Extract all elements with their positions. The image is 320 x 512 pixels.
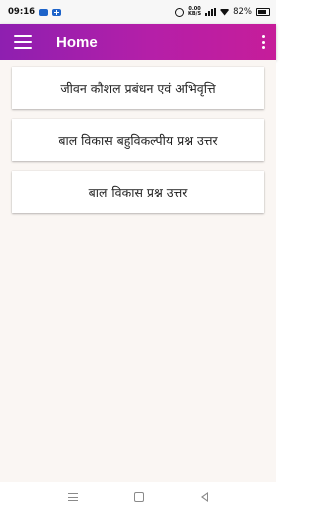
recents-icon[interactable] xyxy=(68,493,79,501)
list-item[interactable]: बाल विकास प्रश्न उत्तर xyxy=(12,171,264,213)
app-screen: 09:16 0.00 KB/S 82% Home जीवन कौशल प्रबं… xyxy=(0,0,276,512)
list-item-label: बाल विकास प्रश्न उत्तर xyxy=(88,184,188,200)
page-title: Home xyxy=(56,33,98,51)
home-icon[interactable] xyxy=(134,492,145,502)
network-speed: 0.00 KB/S xyxy=(188,7,201,17)
system-nav-bar xyxy=(0,482,276,512)
list-item[interactable]: जीवन कौशल प्रबंधन एवं अभिवृत्ति xyxy=(12,67,264,109)
status-bar-right: 0.00 KB/S 82% xyxy=(174,7,270,17)
alarm-icon xyxy=(174,7,184,17)
plus-icon xyxy=(52,8,62,16)
more-vertical-icon[interactable] xyxy=(258,34,268,50)
wifi-icon xyxy=(220,8,230,16)
battery-icon xyxy=(256,8,270,16)
app-bar: Home xyxy=(0,24,276,60)
cloud-icon xyxy=(39,8,49,16)
list-item-label: बाल विकास बहुविकल्पीय प्रश्न उत्तर xyxy=(58,132,218,148)
status-bar-left: 09:16 xyxy=(8,7,62,17)
list-item-label: जीवन कौशल प्रबंधन एवं अभिवृत्ति xyxy=(60,80,216,96)
list-item[interactable]: बाल विकास बहुविकल्पीय प्रश्न उत्तर xyxy=(12,119,264,161)
network-speed-unit: KB/S xyxy=(187,11,202,17)
signal-icon xyxy=(205,8,217,16)
back-icon[interactable] xyxy=(200,492,208,502)
status-bar: 09:16 0.00 KB/S 82% xyxy=(0,0,276,24)
battery-percent: 82% xyxy=(233,7,252,17)
content-area: जीवन कौशल प्रबंधन एवं अभिवृत्ति बाल विका… xyxy=(0,60,276,482)
status-time: 09:16 xyxy=(8,7,36,17)
hamburger-menu-icon[interactable] xyxy=(14,35,32,49)
